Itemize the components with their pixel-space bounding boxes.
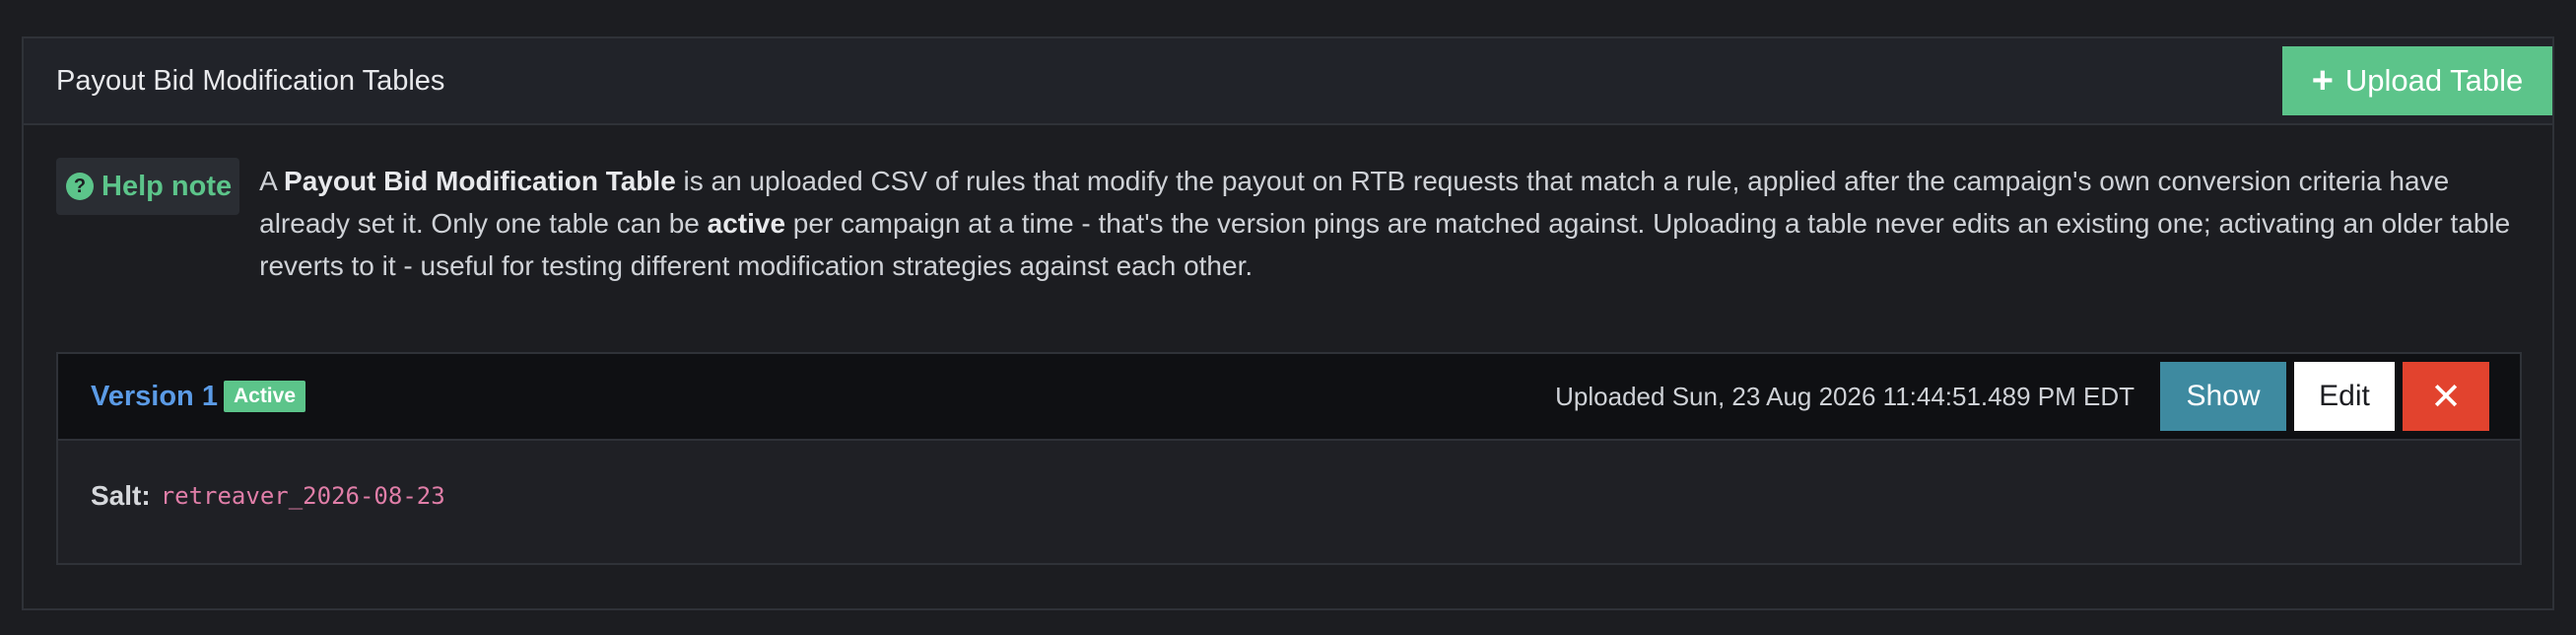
payout-bid-modification-panel: Payout Bid Modification Tables + Upload … <box>22 36 2554 610</box>
salt-value: retreaver_2026-08-23 <box>160 482 445 510</box>
help-note-text: A Payout Bid Modification Table is an up… <box>259 160 2520 287</box>
help-text-bold-table: Payout Bid Modification Table <box>284 166 676 196</box>
panel-title: Payout Bid Modification Tables <box>56 64 445 97</box>
plus-icon: + <box>2311 60 2334 102</box>
help-text-part-1: A <box>259 166 285 196</box>
help-text-bold-active: active <box>707 208 786 239</box>
help-note-row: ? Help note A Payout Bid Modification Ta… <box>24 125 2552 287</box>
delete-button[interactable]: ✕ <box>2403 362 2489 431</box>
salt-label: Salt: <box>91 480 151 511</box>
edit-button[interactable]: Edit <box>2294 362 2395 431</box>
upload-table-button[interactable]: + Upload Table <box>2282 46 2552 115</box>
version-header: Version 1 Active Uploaded Sun, 23 Aug 20… <box>58 354 2520 441</box>
question-circle-icon: ? <box>66 173 94 200</box>
help-note-label: Help note <box>102 170 233 202</box>
help-note-badge: ? Help note <box>56 158 240 215</box>
version-card: Version 1 Active Uploaded Sun, 23 Aug 20… <box>56 352 2522 565</box>
show-button[interactable]: Show <box>2160 362 2286 431</box>
version-body: Salt: retreaver_2026-08-23 <box>58 441 2520 551</box>
active-status-badge: Active <box>223 381 305 412</box>
uploaded-timestamp: Uploaded Sun, 23 Aug 2026 11:44:51.489 P… <box>1555 381 2135 411</box>
upload-wrap: + Upload Table <box>2282 46 2552 115</box>
upload-table-label: Upload Table <box>2344 63 2524 98</box>
version-title-link[interactable]: Version 1 <box>91 381 218 413</box>
panel-header: Payout Bid Modification Tables + Upload … <box>24 38 2552 125</box>
close-icon: ✕ <box>2430 376 2462 418</box>
